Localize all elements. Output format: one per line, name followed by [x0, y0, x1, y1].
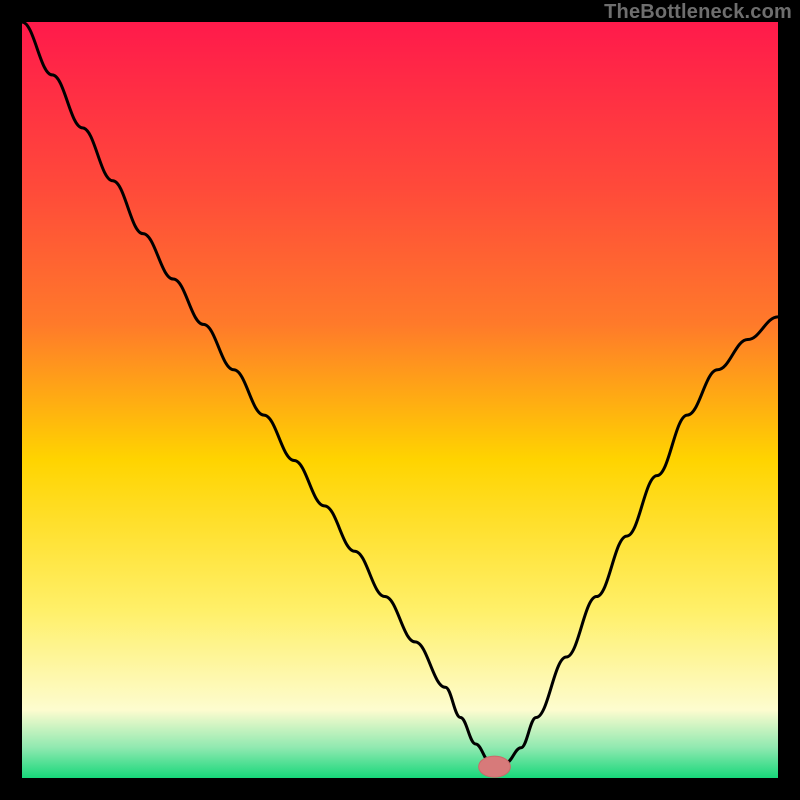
plot-area: [22, 22, 778, 778]
optimum-marker: [479, 756, 511, 777]
gradient-background: [22, 22, 778, 778]
watermark-text: TheBottleneck.com: [604, 1, 792, 24]
plot-svg: [22, 22, 778, 778]
chart-frame: TheBottleneck.com: [0, 0, 800, 800]
